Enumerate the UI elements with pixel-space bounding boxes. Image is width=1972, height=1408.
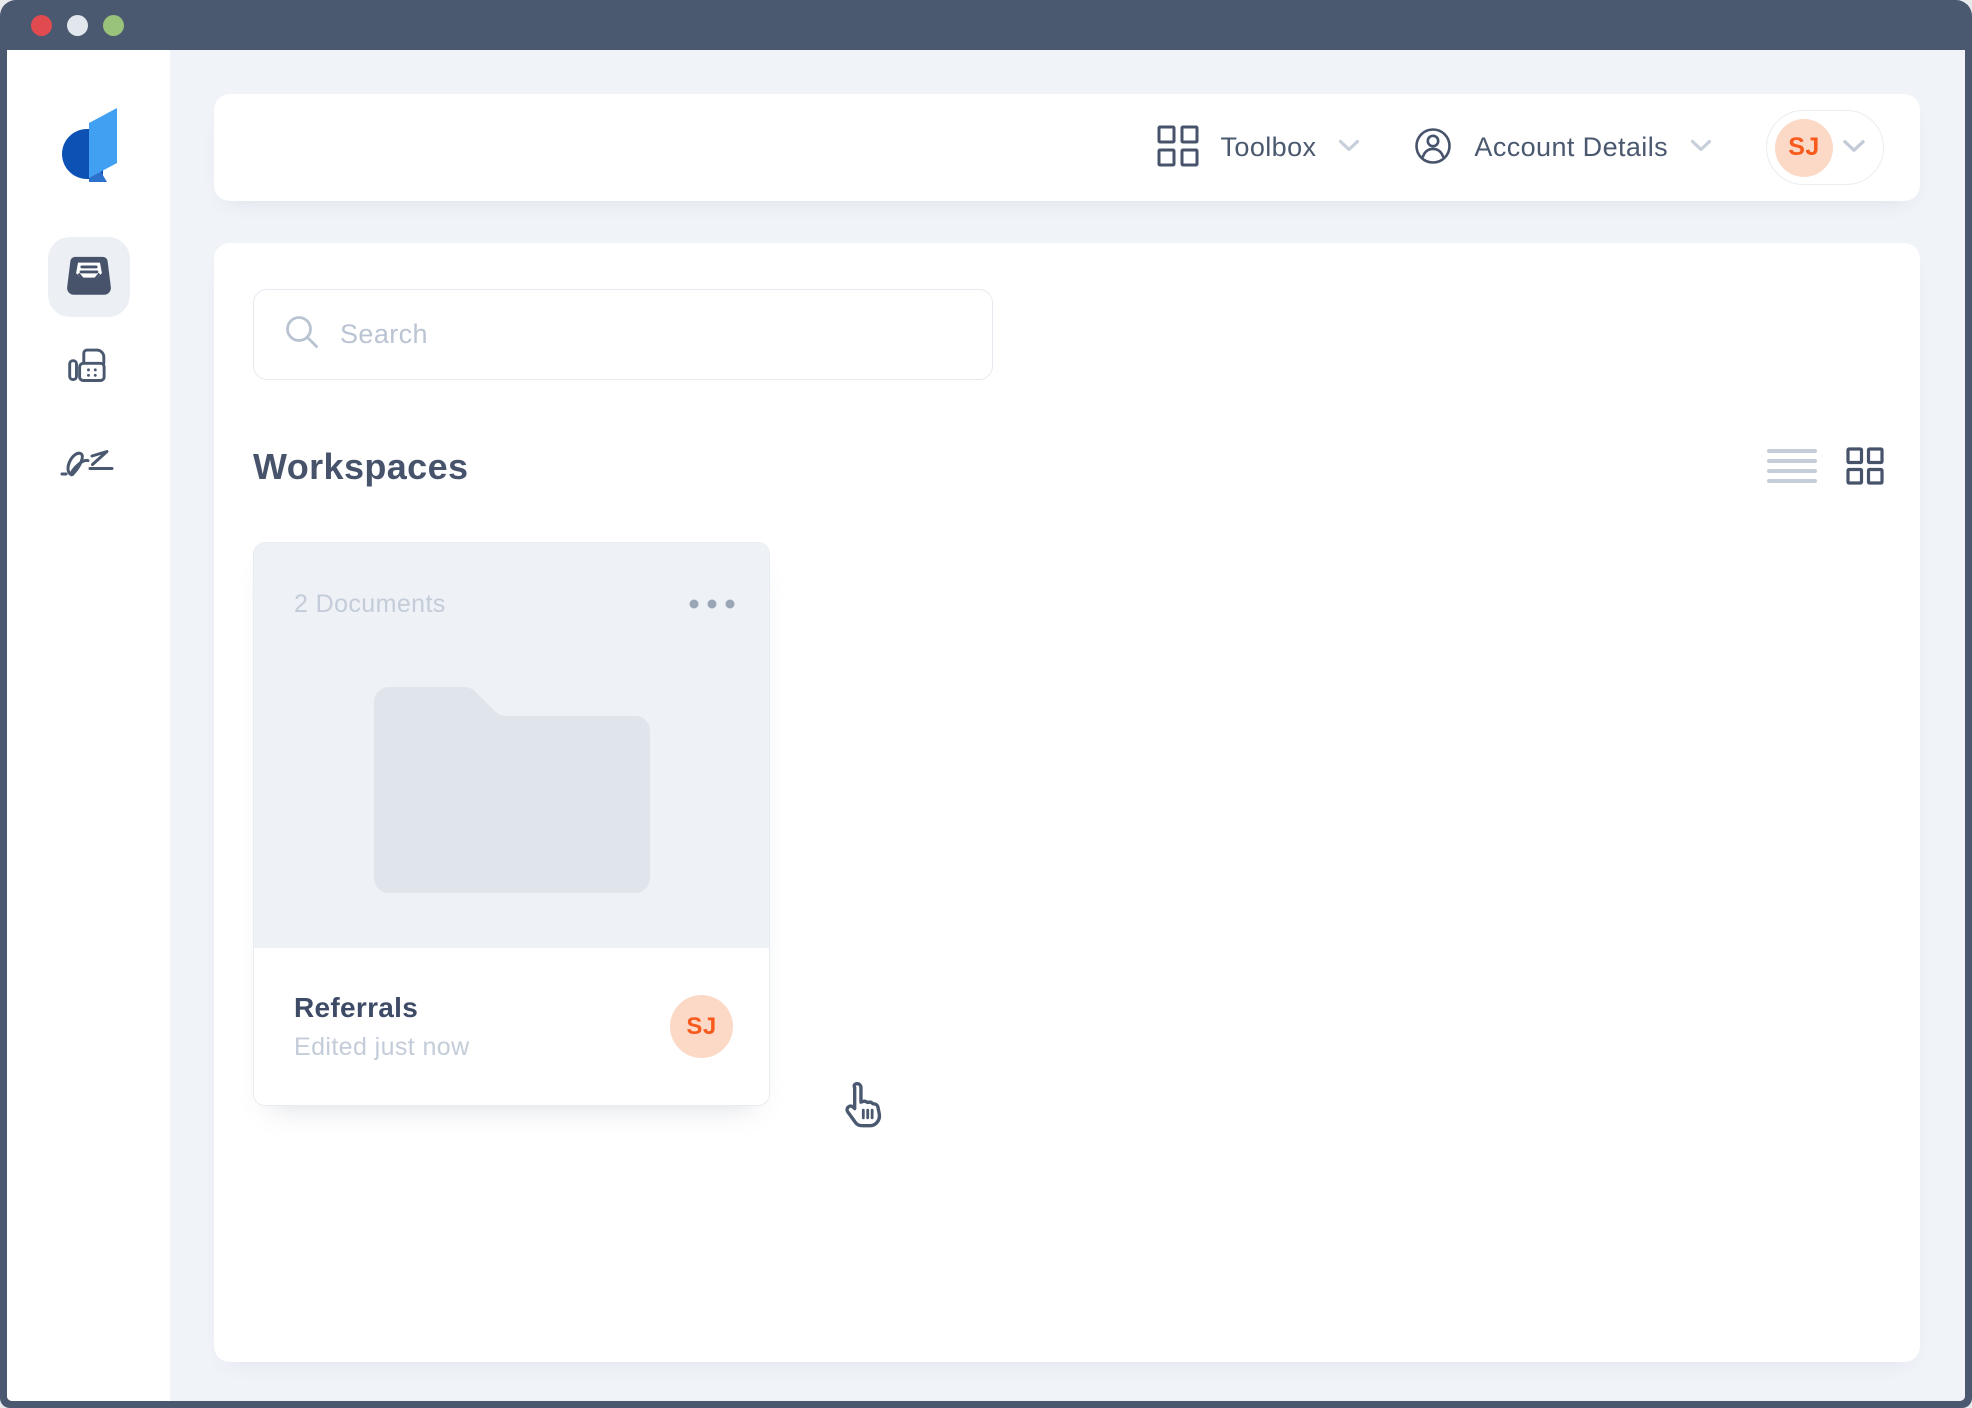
top-header-bar: Toolbox Account: [214, 94, 1920, 201]
grid-view-icon: [1846, 447, 1884, 488]
user-avatar: SJ: [1775, 119, 1833, 177]
app-logo-icon: [60, 108, 118, 182]
workspace-card-footer: Referrals Edited just now SJ: [254, 948, 769, 1105]
sidebar-item-fax[interactable]: [48, 329, 130, 409]
workspace-title: Referrals: [294, 992, 470, 1024]
list-view-button[interactable]: [1767, 449, 1817, 486]
sidebar-nav: [48, 237, 130, 501]
zoom-button[interactable]: [103, 15, 124, 36]
workspace-owner-avatar: SJ: [670, 995, 733, 1058]
ellipsis-icon: [689, 597, 735, 612]
chevron-down-icon: [1842, 139, 1866, 157]
account-details-button[interactable]: Account Details: [1414, 127, 1712, 168]
workspace-menu-button[interactable]: [683, 591, 741, 618]
folder-illustration: [374, 687, 650, 898]
person-circle-icon: [1414, 127, 1452, 168]
sidebar-item-signature[interactable]: [48, 421, 130, 501]
inbox-tray-icon: [66, 255, 112, 300]
app-window: Toolbox Account: [0, 0, 1972, 1408]
workspace-card-preview: 2 Documents: [254, 543, 769, 948]
workspaces-panel: Workspaces: [214, 243, 1920, 1362]
sidebar: [7, 50, 170, 1401]
grid-view-button[interactable]: [1846, 447, 1884, 488]
workspace-card[interactable]: 2 Documents: [253, 542, 770, 1106]
workspaces-header-row: Workspaces: [253, 446, 1884, 488]
user-menu-button[interactable]: SJ: [1766, 110, 1884, 185]
workspace-edited-label: Edited just now: [294, 1033, 470, 1062]
toolbox-label: Toolbox: [1221, 132, 1317, 163]
content-area: Toolbox Account: [170, 50, 1965, 1401]
close-button[interactable]: [31, 15, 52, 36]
signature-icon: [59, 439, 119, 484]
sidebar-item-inbox[interactable]: [48, 237, 130, 317]
document-count-label: 2 Documents: [294, 590, 446, 619]
toolbox-grid-icon: [1157, 125, 1199, 170]
account-details-label: Account Details: [1474, 132, 1668, 163]
list-view-icon: [1767, 449, 1817, 486]
search-icon: [284, 314, 321, 356]
search-box: [253, 289, 993, 380]
page-title: Workspaces: [253, 446, 468, 488]
chevron-down-icon: [1338, 139, 1360, 156]
view-toggles: [1767, 447, 1884, 488]
minimize-button[interactable]: [67, 15, 88, 36]
window-titlebar: [0, 0, 1972, 50]
fax-icon: [65, 344, 113, 395]
chevron-down-icon: [1690, 139, 1712, 156]
app-body: Toolbox Account: [7, 50, 1965, 1401]
search-input[interactable]: [340, 319, 962, 350]
toolbox-button[interactable]: Toolbox: [1157, 125, 1361, 170]
